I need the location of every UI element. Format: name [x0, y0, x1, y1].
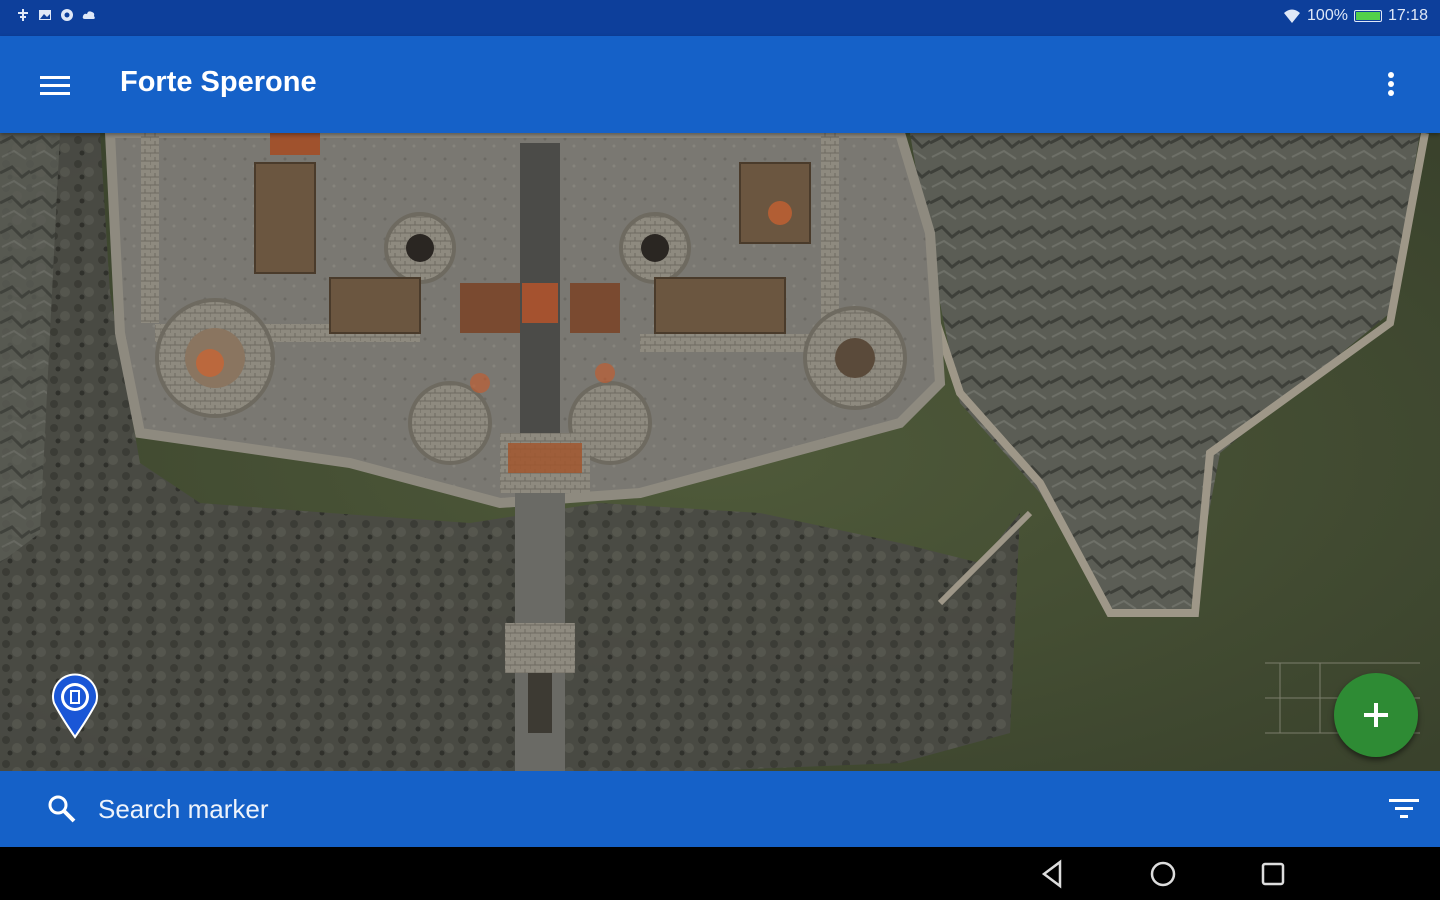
back-icon	[1041, 859, 1062, 889]
status-icons-right: 100% 17:18	[1283, 7, 1428, 25]
home-button[interactable]	[1146, 858, 1180, 890]
filter-button[interactable]	[1386, 793, 1422, 825]
page-title: Forte Sperone	[120, 66, 317, 98]
recents-button[interactable]	[1256, 858, 1290, 890]
more-options-button[interactable]	[1368, 62, 1414, 108]
system-nav-bar	[0, 847, 1440, 900]
battery-level-fill	[1355, 12, 1380, 20]
battery-icon	[1353, 10, 1382, 22]
plus-icon	[1364, 703, 1388, 727]
fortress-map-image	[0, 133, 1440, 771]
signal-icon	[18, 9, 28, 21]
hamburger-menu-icon	[40, 76, 70, 95]
app-bar: Forte Sperone	[0, 36, 1440, 133]
home-icon	[1150, 861, 1176, 887]
settings-icon	[61, 9, 73, 21]
map-view[interactable]	[0, 133, 1440, 771]
cloud-icon	[82, 11, 95, 19]
more-vert-icon	[1388, 72, 1394, 96]
search-input[interactable]	[96, 787, 1300, 831]
back-button[interactable]	[1036, 858, 1070, 890]
clock: 17:18	[1387, 7, 1428, 24]
wifi-icon	[1284, 9, 1301, 23]
add-marker-button[interactable]	[1334, 673, 1418, 757]
filter-icon	[1389, 799, 1419, 818]
gallery-icon	[39, 10, 51, 20]
search-icon	[48, 795, 76, 823]
recents-icon	[1261, 862, 1285, 886]
menu-button[interactable]	[28, 62, 82, 108]
map-marker[interactable]	[50, 673, 100, 739]
search-bar	[0, 771, 1440, 847]
location-pin-icon	[52, 673, 98, 739]
status-bar: 100% 17:18	[0, 0, 1440, 36]
battery-percent: 100%	[1307, 7, 1348, 24]
status-icons-left	[16, 8, 96, 22]
